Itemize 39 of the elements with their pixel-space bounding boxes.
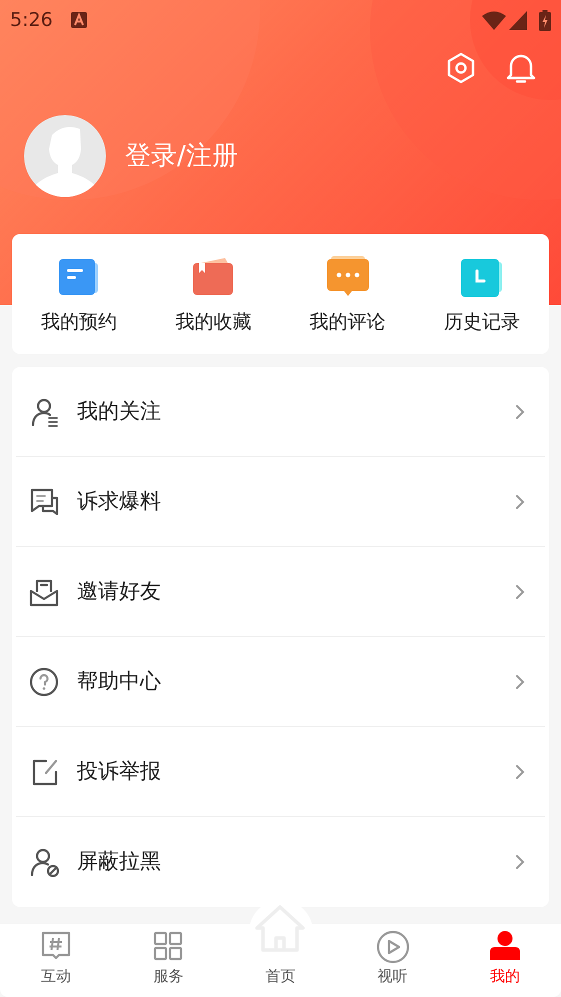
chevron-right-icon: [515, 854, 525, 870]
clock-icon: [458, 257, 505, 297]
person-list-icon: [29, 396, 59, 426]
wifi-icon: [482, 10, 506, 30]
person-blocked-icon: [29, 847, 59, 877]
person-icon: [488, 930, 521, 962]
shortcut-button[interactable]: 历史记录: [414, 234, 549, 354]
bookmark-book-icon: [191, 257, 236, 297]
tab-bar-item[interactable]: 首页: [224, 900, 337, 997]
chevron-right-icon: [515, 404, 525, 420]
chevron-right-icon: [515, 764, 525, 780]
chevron-right-icon: [515, 494, 525, 510]
menu-item[interactable]: 帮助中心: [77, 666, 161, 698]
menu-item[interactable]: 投诉举报: [77, 756, 161, 788]
chat-bubbles-icon: [29, 486, 59, 516]
shortcut-button[interactable]: 我的收藏: [146, 234, 280, 354]
settings-icon[interactable]: [446, 52, 476, 84]
signal-icon: [509, 10, 527, 30]
battery-icon: [539, 10, 551, 30]
menu-item[interactable]: 我的关注: [77, 396, 161, 428]
help-icon: [29, 666, 59, 696]
menu-item[interactable]: 屏蔽拉黑: [77, 846, 161, 878]
play-circle-icon: [376, 930, 410, 964]
grid-icon: [152, 930, 184, 962]
notification-bell-icon[interactable]: [506, 52, 536, 84]
shortcut-button[interactable]: 我的评论: [280, 234, 415, 354]
tab-bar-item[interactable]: 视听: [336, 900, 449, 997]
menu-item[interactable]: 邀请好友: [77, 576, 161, 608]
shortcut-button[interactable]: 我的预约: [12, 234, 146, 354]
avatar-placeholder[interactable]: [24, 115, 106, 197]
status-time: 5:26: [10, 8, 53, 33]
tab-bar-item[interactable]: 服务: [112, 900, 224, 997]
chevron-right-icon: [515, 674, 525, 690]
hashtag-chat-icon: [40, 930, 72, 962]
chevron-right-icon: [515, 584, 525, 600]
tab-bar-item[interactable]: 互动: [0, 900, 112, 997]
keyboard-app-icon: [70, 12, 87, 28]
menu-item[interactable]: 诉求爆料: [77, 486, 161, 518]
tab-bar-item[interactable]: 我的: [448, 900, 561, 997]
